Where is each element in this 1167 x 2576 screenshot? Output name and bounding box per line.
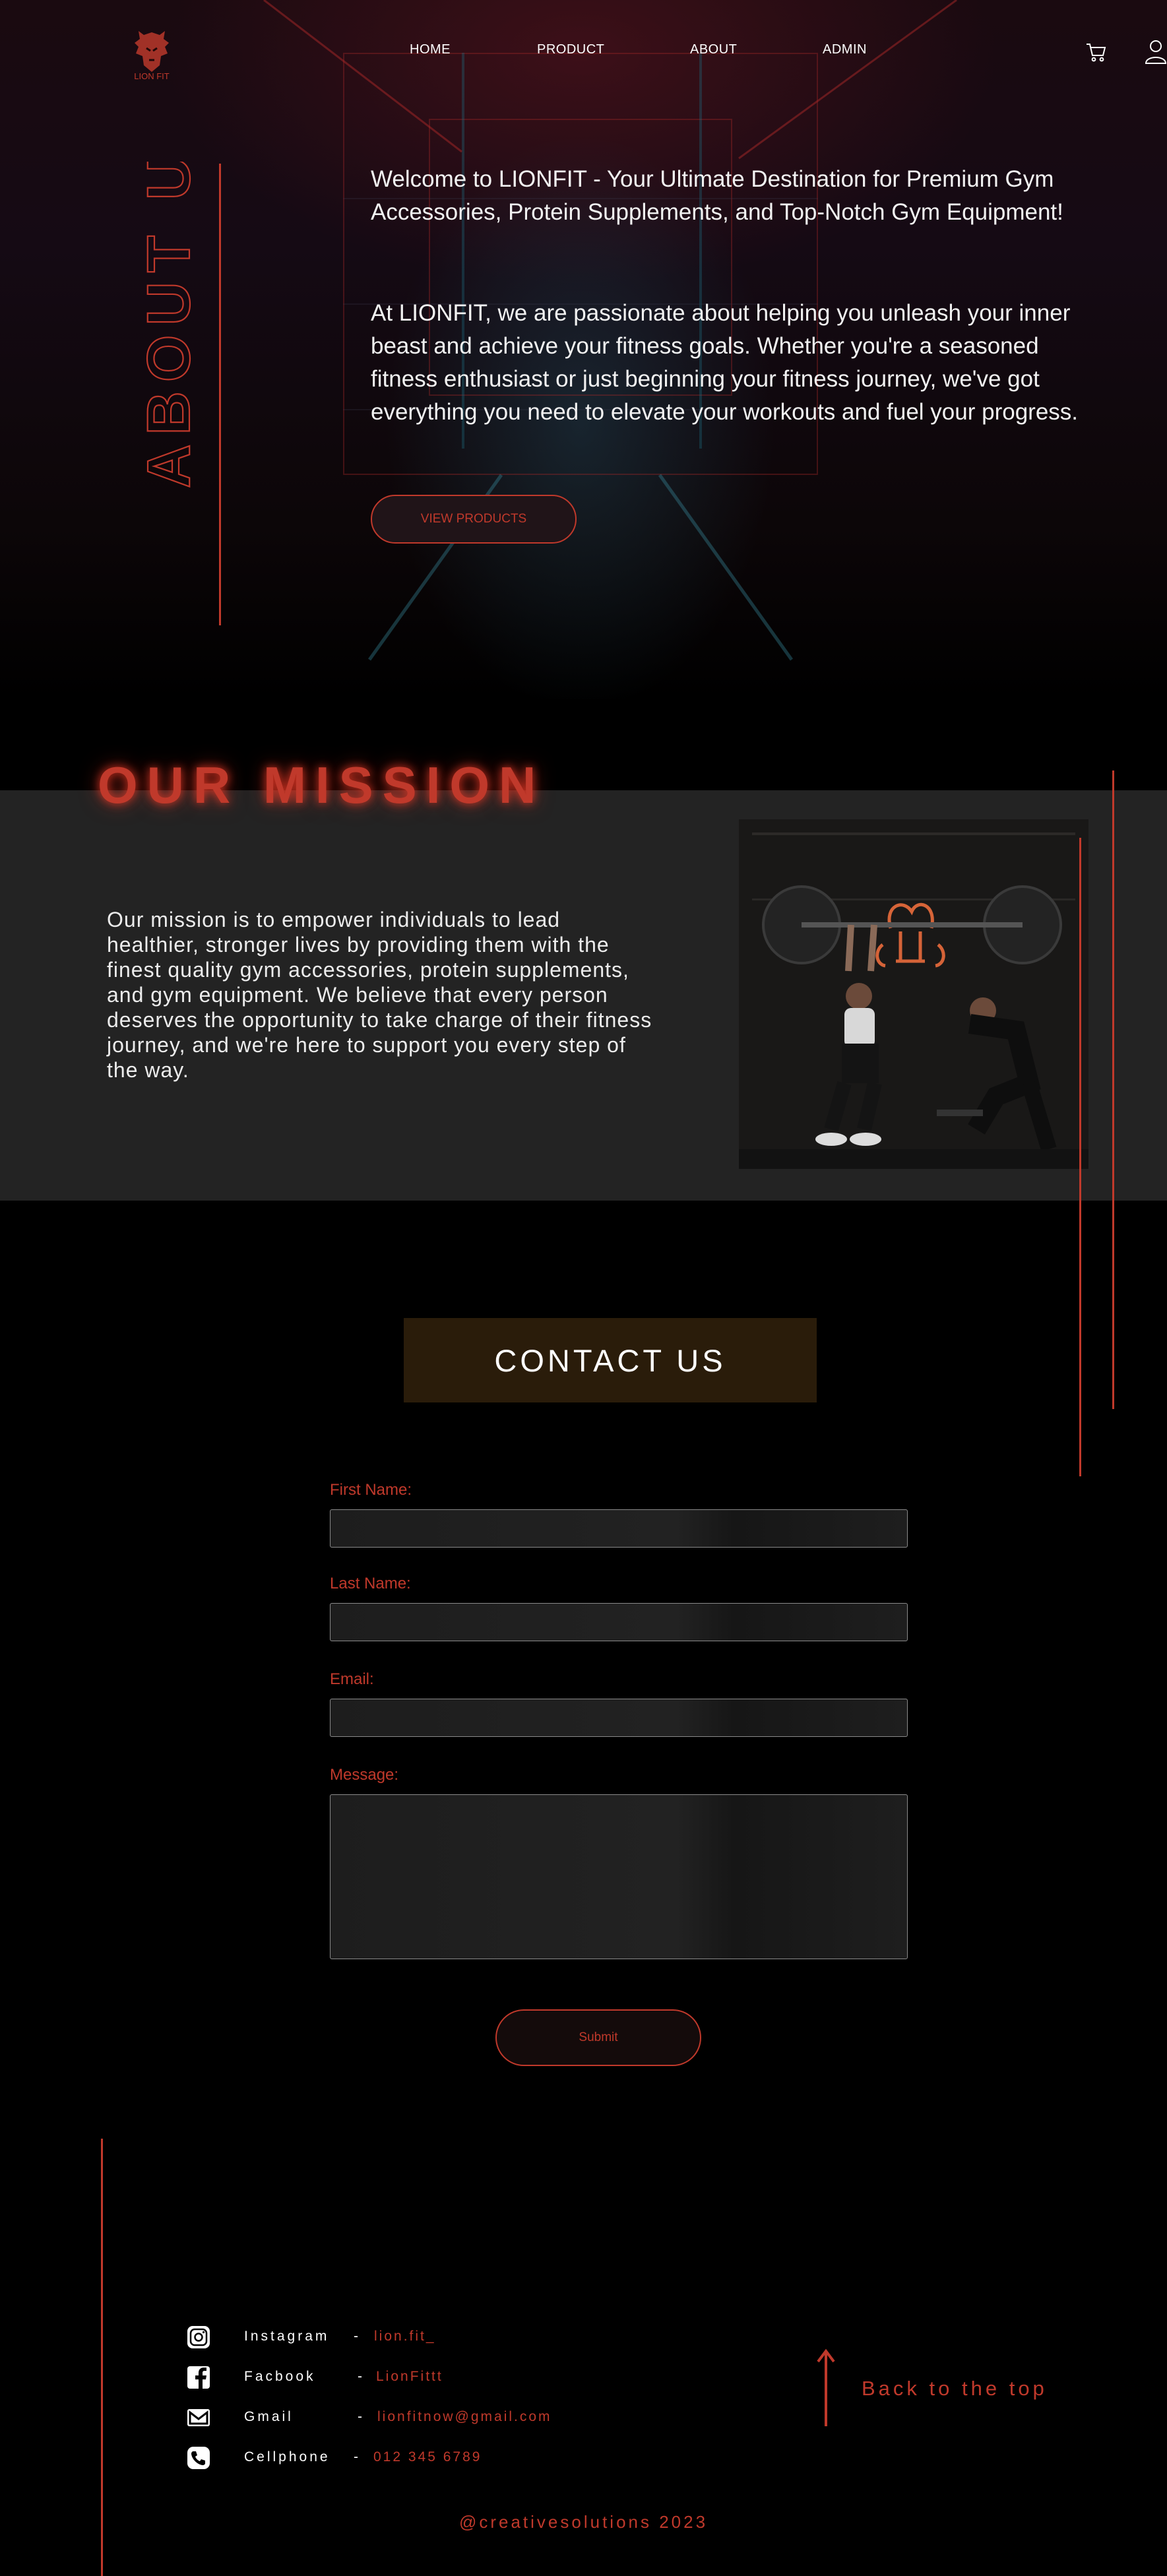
separator: - (358, 2409, 362, 2424)
mission-title: OUR MISSION (98, 756, 546, 814)
last-name-label: Last Name: (330, 1575, 411, 1592)
nav-product[interactable]: PRODUCT (537, 42, 604, 57)
email-input[interactable] (330, 1699, 908, 1737)
gmail-icon[interactable] (187, 2406, 210, 2430)
facebook-link[interactable]: LionFittt (376, 2369, 443, 2385)
instagram-icon[interactable] (187, 2325, 210, 2349)
facebook-label: Facbook (244, 2369, 316, 2384)
submit-button[interactable]: Submit (495, 2009, 701, 2066)
phone-icon[interactable] (187, 2446, 210, 2470)
first-name-input[interactable] (330, 1509, 908, 1548)
copyright-text: @creativesolutions 2023 (458, 2512, 709, 2532)
nav-home[interactable]: HOME (410, 42, 451, 57)
first-name-label: First Name: (330, 1481, 412, 1499)
gym-photo (739, 819, 1088, 1169)
about-red-line (219, 164, 221, 625)
gmail-link[interactable]: lionfitnow@gmail.com (377, 2409, 552, 2425)
about-us-vertical-title: ABOUT US (135, 162, 203, 489)
about-body-text: At LIONFIT, we are passionate about help… (371, 300, 1079, 425)
footer-red-line (101, 2139, 103, 2576)
facebook-icon[interactable] (187, 2366, 210, 2389)
message-textarea[interactable] (330, 1794, 908, 1959)
nav-about[interactable]: ABOUT (690, 42, 737, 57)
mission-text: Our mission is to empower individuals to… (107, 908, 652, 1082)
separator: - (358, 2369, 362, 2384)
logo-text: LION FIT (134, 71, 170, 81)
separator: - (354, 2329, 358, 2344)
back-to-top-link[interactable]: Back to the top (862, 2377, 1048, 2401)
cellphone-label: Cellphone (244, 2449, 331, 2465)
instagram-label: Instagram (244, 2329, 330, 2344)
right-red-line (1112, 770, 1114, 1409)
photo-red-line (1079, 838, 1081, 1476)
message-label: Message: (330, 1766, 399, 1784)
view-products-button[interactable]: VIEW PRODUCTS (371, 495, 577, 544)
about-intro-text: Welcome to LIONFIT - Your Ultimate Desti… (371, 166, 1063, 225)
contact-us-title: CONTACT US (404, 1318, 817, 1402)
separator: - (354, 2449, 358, 2465)
email-label: Email: (330, 1670, 374, 1688)
gmail-label: Gmail (244, 2409, 294, 2424)
user-icon[interactable] (1144, 38, 1167, 65)
nav-admin[interactable]: ADMIN (823, 42, 867, 57)
instagram-link[interactable]: lion.fit_ (374, 2329, 436, 2344)
svg-text:ABOUT US: ABOUT US (135, 162, 203, 488)
gym-photo-illustration (739, 819, 1088, 1169)
cellphone-link[interactable]: 012 345 6789 (373, 2449, 482, 2465)
arrow-up-icon[interactable] (815, 2348, 836, 2428)
last-name-input[interactable] (330, 1603, 908, 1641)
cart-icon[interactable] (1085, 41, 1108, 63)
